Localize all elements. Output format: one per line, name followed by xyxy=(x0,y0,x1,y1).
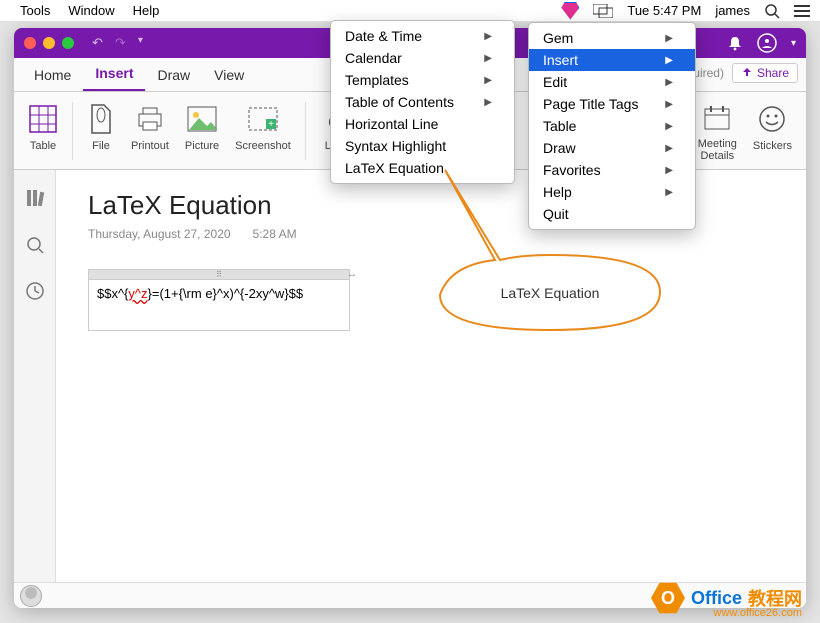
submenu-date-time[interactable]: Date & Time▶ xyxy=(331,25,514,47)
menubar-clock: Tue 5:47 PM xyxy=(627,3,701,18)
watermark-hex-icon: O xyxy=(651,581,685,615)
undo-icon[interactable]: ↶ xyxy=(92,35,103,51)
submenu-templates[interactable]: Templates▶ xyxy=(331,69,514,91)
note-body[interactable]: $$x^{y^z}=(1+{\rm e}^x)^{-2xy^w}$$ xyxy=(89,280,349,330)
qat-customize-icon[interactable]: ▾ xyxy=(138,35,143,51)
callout-text: LaTeX Equation xyxy=(501,285,600,301)
tab-view[interactable]: View xyxy=(202,59,256,91)
gem-menu-edit[interactable]: Edit▶ xyxy=(529,71,695,93)
ribbon-stickers[interactable]: Stickers xyxy=(745,98,800,164)
gem-menu-draw[interactable]: Draw▶ xyxy=(529,137,695,159)
search-icon[interactable] xyxy=(26,236,44,254)
tab-draw[interactable]: Draw xyxy=(145,59,202,91)
mac-menubar: Tools Window Help Tue 5:47 PM james xyxy=(0,0,820,22)
gem-menu-insert[interactable]: Insert▶ xyxy=(529,49,695,71)
gem-menu-gem[interactable]: Gem▶ xyxy=(529,27,695,49)
watermark: O Office教程网 www.office26.com xyxy=(651,581,802,615)
submenu-calendar[interactable]: Calendar▶ xyxy=(331,47,514,69)
ribbon-screenshot[interactable]: + Screenshot xyxy=(227,98,299,164)
ribbon-meeting-details[interactable]: Meeting Details xyxy=(690,98,745,164)
ribbon-picture[interactable]: Picture xyxy=(177,98,227,164)
tab-insert[interactable]: Insert xyxy=(83,57,145,91)
account-chevron-icon[interactable]: ▾ xyxy=(791,38,796,49)
note-container[interactable]: ↔ $$x^{y^z}=(1+{\rm e}^x)^{-2xy^w}$$ xyxy=(88,269,350,331)
ribbon-printout[interactable]: Printout xyxy=(123,98,177,164)
menubar-user[interactable]: james xyxy=(715,3,750,18)
menu-window[interactable]: Window xyxy=(68,3,114,18)
submenu-syntax-highlight[interactable]: Syntax Highlight xyxy=(331,135,514,157)
callout: LaTeX Equation xyxy=(420,160,680,340)
gem-menu-table[interactable]: Table▶ xyxy=(529,115,695,137)
submenu-horizontal-line[interactable]: Horizontal Line xyxy=(331,113,514,135)
gem-menu-icon[interactable] xyxy=(561,2,579,20)
account-icon[interactable] xyxy=(757,33,777,53)
tab-home[interactable]: Home xyxy=(22,59,83,91)
menu-tools[interactable]: Tools xyxy=(20,3,50,18)
ribbon-file[interactable]: File xyxy=(79,98,123,164)
screen-mirror-icon[interactable] xyxy=(593,4,613,18)
window-zoom[interactable] xyxy=(62,37,74,49)
svg-text:+: + xyxy=(268,119,274,130)
window-minimize[interactable] xyxy=(43,37,55,49)
left-rail xyxy=(14,170,56,582)
spotlight-icon[interactable] xyxy=(764,3,780,19)
redo-icon[interactable]: ↷ xyxy=(115,35,126,51)
window-close[interactable] xyxy=(24,37,36,49)
share-status-fragment: uired) xyxy=(693,66,724,80)
recent-icon[interactable] xyxy=(26,282,44,300)
share-icon xyxy=(741,67,753,79)
avatar[interactable] xyxy=(20,585,42,607)
submenu-toc[interactable]: Table of Contents▶ xyxy=(331,91,514,113)
menu-help[interactable]: Help xyxy=(133,3,160,18)
gem-menu-page-title-tags[interactable]: Page Title Tags▶ xyxy=(529,93,695,115)
notification-bell-icon[interactable] xyxy=(727,35,743,51)
note-grip[interactable]: ↔ xyxy=(89,270,349,280)
share-button[interactable]: Share xyxy=(732,63,798,83)
notebooks-icon[interactable] xyxy=(25,188,45,208)
menu-list-icon[interactable] xyxy=(794,4,810,18)
ribbon-table[interactable]: Table xyxy=(20,98,66,164)
